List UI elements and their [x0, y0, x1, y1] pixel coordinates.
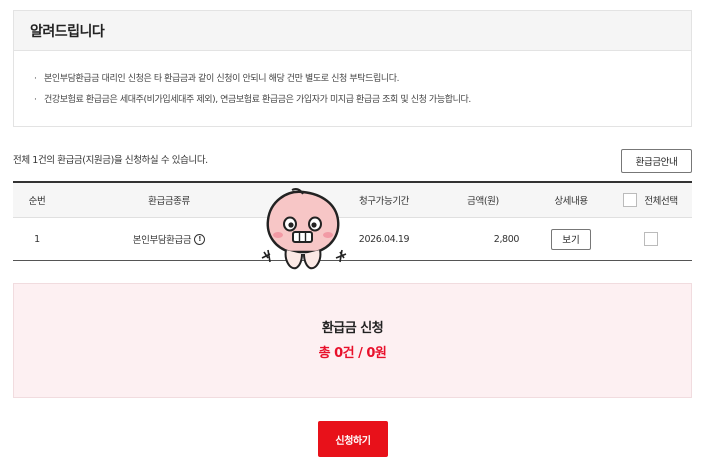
notice-body: · 본인부담환급금 대리인 신청은 타 환급금과 같이 신청이 안되니 해당 건만… — [14, 51, 691, 111]
header-type: 환급금종류 — [148, 196, 190, 207]
notice-line: · 건강보험료 환급금은 세대주(비가입세대주 제외), 연금보험료 환급금은 가… — [34, 90, 691, 111]
refund-summary-text: 전체 1건의 환급금(지원금)을 신청하실 수 있습니다. — [13, 155, 208, 166]
header-select-all: 전체선택 — [609, 183, 692, 217]
table-header: 순번 환급금종류 청구가능기간 금액(원) 상세내용 전체선택 — [13, 183, 692, 218]
notice-line: · 본인부담환급금 대리인 신청은 타 환급금과 같이 신청이 안되니 해당 건만… — [34, 69, 691, 90]
row-type: 본인부담환급금 ! — [61, 218, 277, 260]
row-checkbox[interactable] — [643, 232, 658, 246]
notice-box: 알려드립니다 · 본인부담환급금 대리인 신청은 타 환급금과 같이 신청이 안되… — [13, 10, 692, 127]
refund-table: 순번 환급금종류 청구가능기간 금액(원) 상세내용 전체선택 1 본인부담환급… — [13, 181, 692, 261]
select-all-checkbox[interactable] — [623, 193, 638, 207]
header-no: 순번 — [28, 196, 46, 207]
view-detail-button[interactable]: 보기 — [551, 228, 591, 250]
row-amount: 2,800 — [493, 233, 520, 245]
info-circle-icon[interactable]: ! — [194, 233, 206, 245]
notice-title: 알려드립니다 — [30, 23, 105, 40]
header-detail: 상세내용 — [554, 196, 588, 207]
refund-guide-button[interactable]: 환급금안내 — [621, 149, 692, 173]
select-all-label: 전체선택 — [644, 196, 678, 207]
table-row: 1 본인부담환급금 ! 2026.04.19 2,800 보기 — [13, 218, 692, 261]
total-value: 총 0건 / 0원 — [318, 345, 387, 361]
notice-header: 알려드립니다 — [14, 11, 691, 51]
peach-character-sticker-icon — [261, 188, 347, 270]
row-type-label: 본인부담환급금 — [132, 235, 192, 246]
row-select — [609, 218, 692, 260]
header-amount: 금액(원) — [467, 196, 499, 207]
apply-button[interactable]: 신청하기 — [318, 421, 388, 457]
bullet-icon: · — [34, 95, 37, 105]
refund-total-box: 환급금 신청 총 0건 / 0원 — [13, 283, 692, 398]
bullet-icon: · — [34, 74, 37, 84]
total-title: 환급금 신청 — [321, 320, 384, 336]
row-no: 1 — [34, 233, 40, 245]
row-detail: 보기 — [533, 218, 609, 260]
